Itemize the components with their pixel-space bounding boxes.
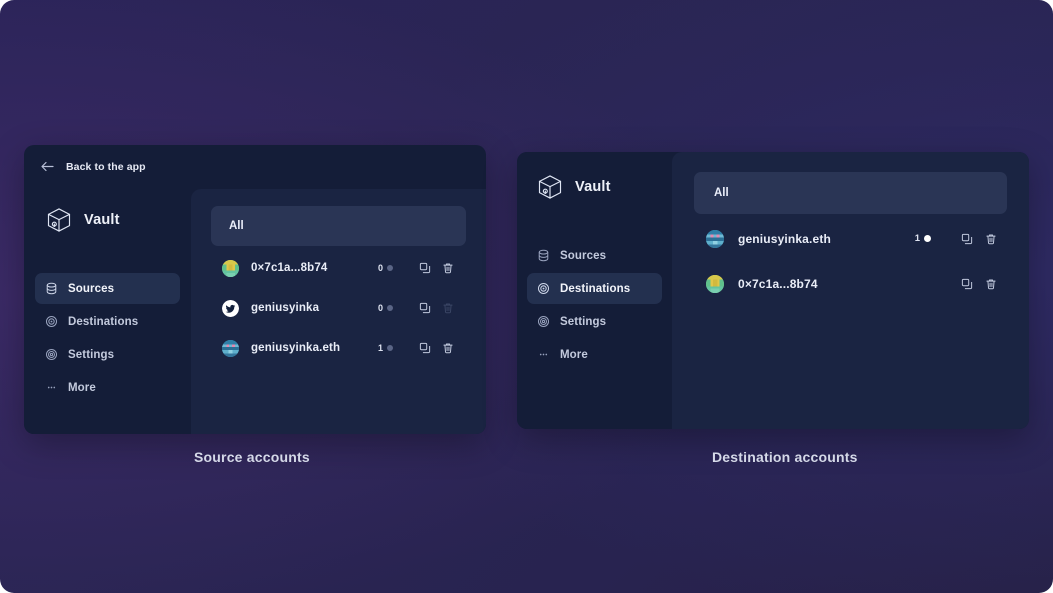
- blockie-green-avatar: [222, 259, 239, 277]
- brand-name: Vault: [84, 212, 120, 228]
- sidebar-item-label: Settings: [68, 348, 115, 361]
- arrow-left-icon[interactable]: [41, 161, 54, 174]
- database-icon: [45, 282, 58, 295]
- trash-icon[interactable]: [442, 262, 454, 274]
- sidebar-item-more[interactable]: More: [35, 372, 180, 403]
- right-sidebar: Vault Sources Destinations Settings More: [517, 152, 672, 429]
- status-badge: 0: [378, 303, 393, 313]
- left-sidebar: Vault Sources Destinations Settings More: [24, 189, 191, 434]
- source-account-list: 0×7c1a...8b74 0 geniusyinka 0 geniusyink…: [211, 248, 466, 368]
- left-content: All 0×7c1a...8b74 0 geniusyinka 0 genius…: [191, 189, 486, 434]
- status-dot-icon: [924, 235, 931, 242]
- copy-icon[interactable]: [961, 233, 973, 245]
- sidebar-item-sources[interactable]: Sources: [527, 240, 662, 271]
- account-name: geniusyinka.eth: [738, 231, 831, 246]
- account-name: geniusyinka.eth: [251, 342, 341, 354]
- target-icon: [45, 315, 58, 328]
- count-value: 1: [377, 343, 383, 353]
- trash-icon[interactable]: [985, 233, 997, 245]
- sidebar-item-settings[interactable]: Settings: [527, 306, 662, 337]
- target-icon: [537, 282, 550, 295]
- account-name: 0×7c1a...8b74: [738, 276, 818, 291]
- ellipsis-icon: [537, 348, 550, 361]
- gear-icon: [45, 348, 58, 361]
- sidebar-item-label: More: [560, 348, 588, 361]
- copy-icon[interactable]: [419, 342, 431, 354]
- account-name: geniusyinka: [251, 302, 320, 314]
- right-content: All geniusyinka.eth 1 0×7c1a...8b74: [672, 152, 1029, 429]
- trash-icon: [442, 302, 454, 314]
- sidebar-item-label: Destinations: [68, 315, 139, 328]
- filter-bar-all[interactable]: All: [694, 172, 1007, 214]
- count-value: 0: [377, 263, 383, 273]
- trash-icon[interactable]: [442, 342, 454, 354]
- sidebar-item-label: More: [68, 381, 96, 394]
- right-nav: Sources Destinations Settings More: [517, 240, 672, 370]
- blockie-blue-avatar: [222, 339, 239, 357]
- page-canvas: Back to the app Vault Sources Destinatio…: [0, 0, 1053, 593]
- copy-icon[interactable]: [419, 262, 431, 274]
- twitter-avatar: [222, 299, 239, 317]
- count-value: 0: [377, 303, 383, 313]
- sidebar-item-label: Settings: [560, 315, 607, 328]
- back-to-app-label[interactable]: Back to the app: [66, 161, 146, 173]
- ellipsis-icon: [45, 381, 58, 394]
- status-badge: 1: [915, 233, 931, 244]
- filter-label: All: [714, 187, 729, 199]
- status-dot-icon: [387, 305, 393, 311]
- brand: Vault: [517, 172, 672, 202]
- count-value: 1: [914, 233, 920, 244]
- copy-icon[interactable]: [419, 302, 431, 314]
- sidebar-item-label: Sources: [68, 282, 115, 295]
- sidebar-item-destinations[interactable]: Destinations: [35, 306, 180, 337]
- list-item[interactable]: 0×7c1a...8b74 0: [211, 248, 466, 288]
- sidebar-item-settings[interactable]: Settings: [35, 339, 180, 370]
- vault-cube-icon: [44, 205, 74, 235]
- vault-cube-icon: [535, 172, 565, 202]
- panel-topbar: Back to the app: [24, 145, 486, 189]
- sidebar-item-label: Destinations: [560, 282, 631, 295]
- destination-accounts-panel: Vault Sources Destinations Settings More…: [517, 152, 1029, 429]
- list-item[interactable]: 0×7c1a...8b74: [694, 261, 1007, 306]
- sidebar-item-destinations[interactable]: Destinations: [527, 273, 662, 304]
- blockie-green-avatar: [706, 274, 724, 293]
- caption-destination-accounts: Destination accounts: [712, 449, 858, 465]
- list-item[interactable]: geniusyinka.eth 1: [694, 216, 1007, 261]
- status-dot-icon: [387, 265, 393, 271]
- status-badge: 1: [378, 343, 393, 353]
- filter-label: All: [229, 220, 244, 232]
- filter-bar-all[interactable]: All: [211, 206, 466, 246]
- status-dot-icon: [387, 345, 393, 351]
- list-item[interactable]: geniusyinka 0: [211, 288, 466, 328]
- destination-account-list: geniusyinka.eth 1 0×7c1a...8b74: [694, 216, 1007, 306]
- source-accounts-panel: Back to the app Vault Sources Destinatio…: [24, 145, 486, 434]
- sidebar-item-label: Sources: [560, 249, 607, 262]
- left-nav: Sources Destinations Settings More: [24, 273, 191, 403]
- brand: Vault: [24, 205, 191, 235]
- caption-source-accounts: Source accounts: [194, 449, 310, 465]
- status-badge: 0: [378, 263, 393, 273]
- sidebar-item-sources[interactable]: Sources: [35, 273, 180, 304]
- list-item[interactable]: geniusyinka.eth 1: [211, 328, 466, 368]
- brand-name: Vault: [575, 179, 611, 195]
- database-icon: [537, 249, 550, 262]
- trash-icon[interactable]: [985, 278, 997, 290]
- sidebar-item-more[interactable]: More: [527, 339, 662, 370]
- account-name: 0×7c1a...8b74: [251, 262, 328, 274]
- blockie-blue-avatar: [706, 229, 724, 248]
- gear-icon: [537, 315, 550, 328]
- copy-icon[interactable]: [961, 278, 973, 290]
